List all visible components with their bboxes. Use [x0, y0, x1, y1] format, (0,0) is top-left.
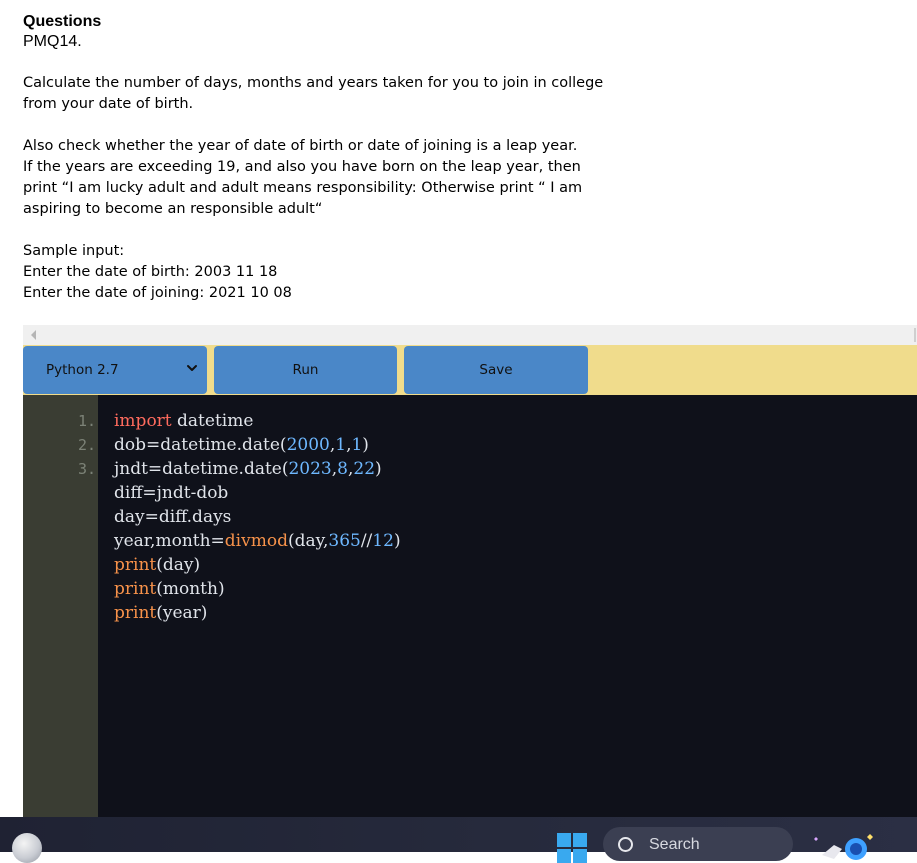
code-token: )	[375, 459, 382, 479]
question-body: Calculate the number of days, months and…	[23, 73, 663, 304]
line-number-gutter: 1. 2. 3.	[23, 395, 98, 817]
code-line[interactable]: jndt=datetime.date(2023,8,22)	[114, 457, 401, 481]
question-text-line: from your date of birth.	[23, 96, 194, 112]
code-token: (month)	[156, 579, 225, 599]
run-button[interactable]: Run	[214, 346, 397, 394]
question-header: Questions PMQ14.	[23, 12, 101, 52]
code-token: )	[362, 435, 369, 455]
code-token: jndt=datetime.date(	[114, 459, 289, 479]
sample-input-line: Enter the date of joining: 2021 10 08	[23, 285, 292, 301]
code-token: 8	[337, 459, 348, 479]
code-token: datetime	[171, 411, 254, 431]
code-token: 1	[351, 435, 363, 455]
code-line[interactable]: diff=jndt-dob	[114, 481, 401, 505]
question-code: PMQ14.	[23, 33, 82, 50]
line-number: 3.	[77, 460, 96, 478]
code-line[interactable]: print(month)	[114, 577, 401, 601]
code-lines[interactable]: import datetime dob=datetime.date(2000,1,…	[114, 409, 401, 625]
language-select-value: Python 2.7	[46, 362, 119, 378]
code-token: 12	[372, 531, 394, 551]
code-token: print	[114, 579, 157, 599]
question-text-line: Also check whether the year of date of b…	[23, 138, 578, 154]
code-token: divmod	[224, 531, 288, 551]
sample-input-line: Enter the date of birth: 2003 11 18	[23, 264, 278, 280]
code-token: 1	[335, 435, 347, 455]
search-icon	[618, 837, 633, 852]
code-token: (day,	[287, 531, 329, 551]
line-number: 2.	[77, 436, 96, 454]
copilot-icon[interactable]	[812, 831, 874, 861]
scroll-left-arrow-icon[interactable]	[31, 330, 36, 340]
search-label: Search	[649, 836, 700, 853]
chevron-down-icon	[187, 365, 197, 371]
question-text-line: aspiring to become an responsible adult“	[23, 201, 323, 217]
code-token: 2000	[286, 435, 330, 455]
taskbar-search[interactable]: Search	[603, 827, 793, 861]
questions-heading: Questions	[23, 13, 102, 30]
editor-toolbar: Python 2.7 Run Save	[23, 345, 917, 395]
run-button-label: Run	[292, 362, 319, 378]
question-text-line: If the years are exceeding 19, and also …	[23, 159, 581, 175]
scroll-right-edge[interactable]	[914, 328, 916, 342]
code-line[interactable]: print(year)	[114, 601, 401, 625]
code-token: (day)	[156, 555, 201, 575]
horizontal-scrollbar[interactable]	[23, 325, 917, 345]
code-token: print	[114, 555, 157, 575]
code-token: day=diff.days	[114, 507, 232, 527]
code-line[interactable]: year,month=divmod(day,365//12)	[114, 529, 401, 553]
code-token: 2023	[288, 459, 332, 479]
code-line[interactable]: dob=datetime.date(2000,1,1)	[114, 433, 401, 457]
code-line[interactable]: import datetime	[114, 409, 401, 433]
code-token: print	[114, 603, 157, 623]
language-select[interactable]: Python 2.7	[23, 346, 207, 394]
code-token: //	[360, 531, 373, 551]
code-token: 365	[328, 531, 361, 551]
save-button[interactable]: Save	[404, 346, 588, 394]
save-button-label: Save	[479, 362, 513, 378]
windows-start-icon[interactable]	[557, 833, 587, 863]
code-line[interactable]: print(day)	[114, 553, 401, 577]
code-token: diff=jndt-dob	[114, 483, 229, 503]
question-text-line: print “I am lucky adult and adult means …	[23, 180, 583, 196]
line-number: 1.	[77, 412, 96, 430]
sample-input-label: Sample input:	[23, 243, 125, 259]
code-token: (year)	[156, 603, 208, 623]
code-line[interactable]: day=diff.days	[114, 505, 401, 529]
code-token: )	[393, 531, 401, 551]
windows-taskbar: Search	[0, 817, 917, 863]
question-text-line: Calculate the number of days, months and…	[23, 75, 604, 91]
code-token: year,month=	[114, 531, 225, 551]
code-token: import	[114, 411, 172, 431]
code-token: 22	[353, 459, 376, 479]
code-editor[interactable]: 1. 2. 3. import datetime dob=datetime.dat…	[23, 395, 917, 817]
profile-icon[interactable]	[12, 833, 42, 863]
code-token: dob=datetime.date(	[114, 435, 287, 455]
